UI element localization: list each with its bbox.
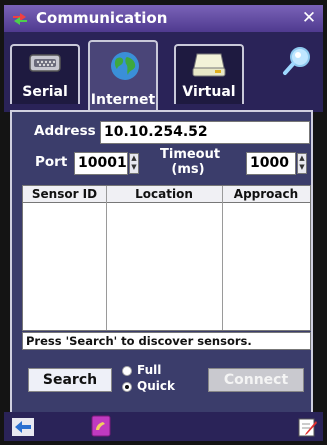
timeout-field[interactable]: 1000 bbox=[246, 152, 296, 175]
title-bar: Communication ✕ bbox=[4, 5, 323, 32]
tab-internet[interactable]: Internet bbox=[88, 40, 158, 112]
timeout-stepper[interactable]: ▲ ▼ bbox=[297, 153, 307, 174]
column-divider bbox=[106, 186, 107, 330]
port-stepper[interactable]: ▲ ▼ bbox=[129, 153, 139, 174]
edit-note-icon[interactable] bbox=[298, 417, 318, 437]
back-arrow-icon[interactable] bbox=[12, 418, 34, 436]
address-field[interactable]: 10.10.254.52 bbox=[100, 121, 310, 144]
tab-virtual[interactable]: Virtual bbox=[174, 44, 244, 104]
phone-book-icon[interactable] bbox=[90, 415, 112, 437]
port-label: Port bbox=[35, 154, 68, 170]
tab-serial-label: Serial bbox=[22, 84, 68, 100]
status-message: Press 'Search' to discover sensors. bbox=[22, 332, 311, 350]
radio-quick[interactable] bbox=[122, 382, 132, 392]
radio-full[interactable] bbox=[122, 366, 132, 376]
window-title: Communication bbox=[36, 9, 168, 27]
connect-button[interactable]: Connect bbox=[208, 368, 304, 392]
timeout-label: Timeout (ms) bbox=[160, 147, 220, 177]
globe-icon bbox=[111, 52, 139, 80]
tab-internet-label: Internet bbox=[90, 92, 156, 108]
bottom-toolbar bbox=[4, 412, 323, 441]
timeout-label-line2: (ms) bbox=[171, 162, 205, 177]
column-header-location[interactable]: Location bbox=[106, 186, 222, 203]
sensor-table[interactable]: Sensor ID Location Approach bbox=[22, 185, 311, 331]
timeout-label-line1: Timeout bbox=[160, 147, 221, 162]
search-button[interactable]: Search bbox=[28, 368, 112, 392]
address-label: Address bbox=[34, 123, 96, 139]
radio-full-label: Full bbox=[137, 363, 162, 377]
communication-icon bbox=[13, 13, 27, 25]
serial-port-icon bbox=[29, 54, 61, 72]
close-icon: ✕ bbox=[301, 8, 317, 28]
search-icon[interactable] bbox=[281, 44, 315, 78]
internet-panel: Address 10.10.254.52 Port 10001 ▲ ▼ Timeo… bbox=[10, 110, 313, 420]
tab-bar: Serial Internet Virtual bbox=[4, 32, 323, 112]
radio-quick-label: Quick bbox=[137, 379, 175, 393]
port-field[interactable]: 10001 bbox=[74, 152, 128, 175]
close-button[interactable]: ✕ bbox=[299, 8, 319, 28]
column-divider bbox=[222, 186, 223, 330]
virtual-device-icon bbox=[192, 53, 226, 77]
column-header-sensor-id[interactable]: Sensor ID bbox=[23, 186, 106, 203]
tab-virtual-label: Virtual bbox=[182, 84, 236, 100]
tab-serial[interactable]: Serial bbox=[10, 44, 80, 104]
column-header-approach[interactable]: Approach bbox=[222, 186, 310, 203]
